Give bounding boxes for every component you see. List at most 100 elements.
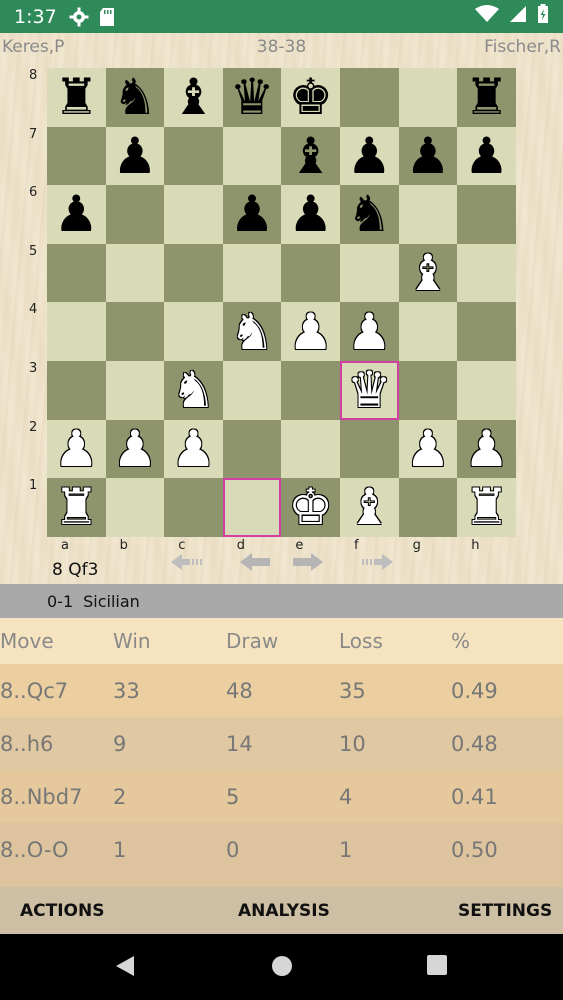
square-e7[interactable]: ♝ bbox=[281, 126, 340, 186]
last-move-button[interactable] bbox=[360, 553, 396, 575]
square-d3[interactable] bbox=[222, 361, 282, 420]
square-h4[interactable] bbox=[457, 302, 516, 361]
recents-button[interactable] bbox=[426, 954, 448, 980]
white-pawn-icon[interactable]: ♟ bbox=[54, 424, 99, 474]
square-b5[interactable] bbox=[105, 243, 165, 303]
square-c7[interactable] bbox=[164, 126, 223, 186]
square-f2[interactable] bbox=[340, 419, 399, 479]
square-b1[interactable] bbox=[105, 478, 165, 537]
square-f8[interactable] bbox=[340, 68, 399, 127]
square-g8[interactable] bbox=[398, 68, 458, 127]
table-row[interactable]: 8..O-O 1 0 1 0.50 bbox=[0, 823, 563, 887]
square-d8[interactable]: ♛ bbox=[222, 68, 282, 127]
square-a7[interactable] bbox=[47, 126, 106, 186]
square-e8[interactable]: ♚ bbox=[281, 68, 340, 127]
square-e6[interactable]: ♟ bbox=[281, 185, 340, 244]
square-a2[interactable]: ♟ bbox=[47, 419, 106, 479]
square-e4[interactable]: ♟ bbox=[281, 302, 340, 361]
black-knight-icon[interactable]: ♞ bbox=[347, 189, 392, 239]
square-e1[interactable]: ♚ bbox=[281, 478, 340, 537]
black-pawn-icon[interactable]: ♟ bbox=[405, 131, 450, 181]
square-a4[interactable] bbox=[47, 302, 106, 361]
square-a5[interactable] bbox=[47, 243, 106, 303]
white-pawn-icon[interactable]: ♟ bbox=[171, 424, 216, 474]
square-g6[interactable] bbox=[398, 185, 458, 244]
square-d6[interactable]: ♟ bbox=[222, 185, 282, 244]
square-f3[interactable]: ♛ bbox=[340, 361, 399, 420]
square-g4[interactable] bbox=[398, 302, 458, 361]
square-h1[interactable]: ♜ bbox=[457, 478, 516, 537]
white-pawn-icon[interactable]: ♟ bbox=[464, 424, 509, 474]
square-b6[interactable] bbox=[105, 185, 165, 244]
square-d2[interactable] bbox=[222, 419, 282, 479]
black-knight-icon[interactable]: ♞ bbox=[112, 72, 157, 122]
white-bishop-icon[interactable]: ♝ bbox=[347, 482, 392, 532]
square-g7[interactable]: ♟ bbox=[398, 126, 458, 186]
white-bishop-icon[interactable]: ♝ bbox=[405, 248, 450, 298]
square-f6[interactable]: ♞ bbox=[340, 185, 399, 244]
white-king-icon[interactable]: ♚ bbox=[288, 482, 333, 532]
square-c6[interactable] bbox=[164, 185, 223, 244]
white-rook-icon[interactable]: ♜ bbox=[54, 482, 99, 532]
black-queen-icon[interactable]: ♛ bbox=[230, 72, 275, 122]
square-b7[interactable]: ♟ bbox=[105, 126, 165, 186]
square-c5[interactable] bbox=[164, 243, 223, 303]
white-knight-icon[interactable]: ♞ bbox=[230, 307, 275, 357]
black-pawn-icon[interactable]: ♟ bbox=[230, 189, 275, 239]
black-bishop-icon[interactable]: ♝ bbox=[288, 131, 333, 181]
square-c3[interactable]: ♞ bbox=[164, 361, 223, 420]
first-move-button[interactable] bbox=[168, 553, 204, 575]
square-d5[interactable] bbox=[222, 243, 282, 303]
square-e3[interactable] bbox=[281, 361, 340, 420]
square-h5[interactable] bbox=[457, 243, 516, 303]
square-e5[interactable] bbox=[281, 243, 340, 303]
table-row[interactable]: 8..Nbd7 2 5 4 0.41 bbox=[0, 770, 563, 823]
square-f7[interactable]: ♟ bbox=[340, 126, 399, 186]
square-g5[interactable]: ♝ bbox=[398, 243, 458, 303]
square-h8[interactable]: ♜ bbox=[457, 68, 516, 127]
settings-button[interactable]: SETTINGS bbox=[458, 901, 552, 921]
square-c2[interactable]: ♟ bbox=[164, 419, 223, 479]
analysis-button[interactable]: ANALYSIS bbox=[238, 901, 330, 921]
square-b3[interactable] bbox=[105, 361, 165, 420]
square-d7[interactable] bbox=[222, 126, 282, 186]
square-d1[interactable] bbox=[222, 478, 282, 537]
black-pawn-icon[interactable]: ♟ bbox=[54, 189, 99, 239]
chess-board[interactable]: ♜ ♞ ♝ ♛ ♚ ♜ ♟ ♝ ♟ ♟ ♟ ♟ ♟ ♟ ♞ ♝ ♞ ♟ ♟ ♞ ♛ ♟ ♟ ♟ ♟ ♟ ♜ ♚ ♝ ♜ bbox=[47, 68, 516, 537]
table-row[interactable]: 8..h6 9 14 10 0.48 bbox=[0, 717, 563, 770]
square-c1[interactable] bbox=[164, 478, 223, 537]
square-b8[interactable]: ♞ bbox=[105, 68, 165, 127]
actions-button[interactable]: ACTIONS bbox=[20, 901, 104, 921]
square-a1[interactable]: ♜ bbox=[47, 478, 106, 537]
square-a3[interactable] bbox=[47, 361, 106, 420]
black-pawn-icon[interactable]: ♟ bbox=[347, 131, 392, 181]
black-pawn-icon[interactable]: ♟ bbox=[112, 131, 157, 181]
square-a6[interactable]: ♟ bbox=[47, 185, 106, 244]
square-a8[interactable]: ♜ bbox=[47, 68, 106, 127]
next-move-button[interactable] bbox=[290, 553, 326, 575]
square-c8[interactable]: ♝ bbox=[164, 68, 223, 127]
square-b2[interactable]: ♟ bbox=[105, 419, 165, 479]
home-button[interactable] bbox=[270, 954, 294, 982]
black-rook-icon[interactable]: ♜ bbox=[54, 72, 99, 122]
square-g2[interactable]: ♟ bbox=[398, 419, 458, 479]
square-f4[interactable]: ♟ bbox=[340, 302, 399, 361]
back-button[interactable] bbox=[114, 954, 136, 982]
black-rook-icon[interactable]: ♜ bbox=[464, 72, 509, 122]
white-knight-icon[interactable]: ♞ bbox=[171, 365, 216, 415]
white-pawn-icon[interactable]: ♟ bbox=[347, 307, 392, 357]
square-e2[interactable] bbox=[281, 419, 340, 479]
black-bishop-icon[interactable]: ♝ bbox=[171, 72, 216, 122]
black-pawn-icon[interactable]: ♟ bbox=[288, 189, 333, 239]
square-h3[interactable] bbox=[457, 361, 516, 420]
black-pawn-icon[interactable]: ♟ bbox=[464, 131, 509, 181]
square-h6[interactable] bbox=[457, 185, 516, 244]
white-pawn-icon[interactable]: ♟ bbox=[405, 424, 450, 474]
square-g1[interactable] bbox=[398, 478, 458, 537]
square-f5[interactable] bbox=[340, 243, 399, 303]
square-d4[interactable]: ♞ bbox=[222, 302, 282, 361]
square-g3[interactable] bbox=[398, 361, 458, 420]
square-c4[interactable] bbox=[164, 302, 223, 361]
white-queen-icon[interactable]: ♛ bbox=[347, 365, 392, 415]
white-rook-icon[interactable]: ♜ bbox=[464, 482, 509, 532]
